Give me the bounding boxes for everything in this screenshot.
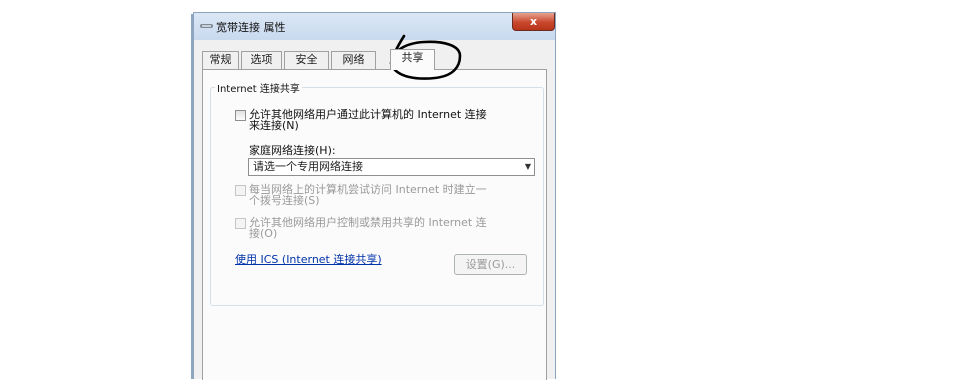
tab-strip: 常规 选项 安全 网络 共享 — [202, 49, 547, 70]
dial-on-demand-label-line2: 个拨号连接(S) — [249, 194, 320, 207]
tab-general[interactable]: 常规 — [202, 51, 239, 69]
ics-group-box: Internet 连接共享 允许其他网络用户通过此计算机的 Internet 连… — [210, 80, 544, 306]
allow-connect-label-line2: 来连接(N) — [249, 119, 299, 132]
allow-control-checkbox[interactable] — [235, 218, 246, 229]
ics-group-title: Internet 连接共享 — [215, 80, 302, 95]
sharing-tab-panel: Internet 连接共享 允许其他网络用户通过此计算机的 Internet 连… — [202, 69, 547, 380]
tab-options[interactable]: 选项 — [241, 51, 282, 69]
allow-control-label-line1: 允许其他网络用户控制或禁用共享的 Internet 连 — [249, 216, 487, 229]
allow-control-label-line2: 接(O) — [249, 227, 278, 240]
dropdown-arrow-icon: ▼ — [524, 162, 531, 171]
title-bar[interactable]: 宽带连接 属性 x — [194, 13, 555, 40]
home-network-label: 家庭网络连接(H): — [249, 144, 336, 157]
ics-help-link[interactable]: 使用 ICS (Internet 连接共享) — [235, 251, 382, 267]
close-icon: x — [529, 15, 538, 28]
window-title: 宽带连接 属性 — [216, 21, 286, 34]
settings-button[interactable]: 设置(G)... — [454, 254, 527, 275]
close-button[interactable]: x — [512, 13, 555, 31]
network-connection-icon — [200, 24, 213, 28]
home-network-selected-value: 请选一个专用网络连接 — [253, 160, 363, 173]
tab-networking[interactable]: 网络 — [331, 51, 376, 69]
tab-security[interactable]: 安全 — [284, 51, 329, 69]
dial-on-demand-checkbox[interactable] — [235, 185, 246, 196]
allow-connect-checkbox[interactable] — [235, 110, 246, 121]
tab-sharing[interactable]: 共享 — [390, 49, 435, 70]
home-network-select[interactable]: 请选一个专用网络连接 ▼ — [248, 158, 535, 176]
properties-dialog: 宽带连接 属性 x 常规 选项 安全 网络 共享 Internet 连接共享 允… — [193, 12, 556, 380]
